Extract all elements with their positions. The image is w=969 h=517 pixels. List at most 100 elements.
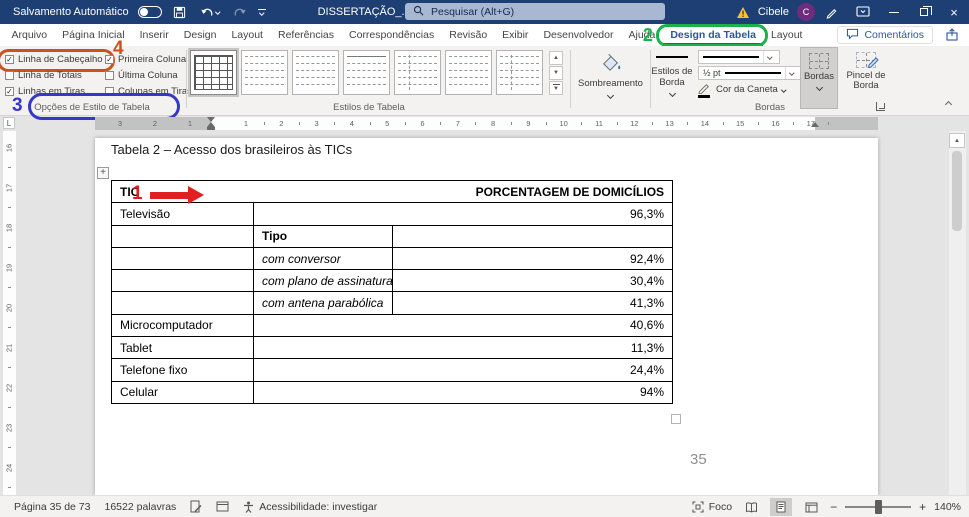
scroll-up-icon[interactable]: ▲ [949, 133, 965, 148]
table-cell[interactable] [111, 291, 254, 315]
table-move-handle[interactable]: + [97, 167, 109, 179]
checkbox-linha-de-cabecalho[interactable]: ✓ Linha de Cabeçalho 4 [0, 38, 124, 72]
checkbox-linha-de-totais[interactable]: Linha de Totais [5, 70, 105, 81]
accessibility-status[interactable]: Acessibilidade: investigar [243, 501, 377, 513]
table-cell[interactable] [111, 269, 254, 293]
tab-inserir[interactable]: Inserir [132, 24, 176, 46]
undo-icon[interactable] [198, 3, 222, 21]
pen-weight-value: ½ pt [703, 68, 721, 78]
gallery-down-icon[interactable]: ▼ [549, 66, 563, 80]
tab-revisao[interactable]: Revisão [442, 24, 495, 46]
table-cell[interactable]: Tablet [111, 336, 254, 360]
tab-design[interactable]: Design [176, 24, 224, 46]
table-style-thumbnail-1[interactable] [190, 50, 237, 95]
table-cell[interactable]: Microcomputador [111, 313, 254, 338]
tab-layout[interactable]: Layout [224, 24, 271, 46]
table-style-thumbnail-3[interactable] [292, 50, 339, 95]
dialog-launcher-icon[interactable] [876, 102, 885, 111]
table-style-thumbnail-2[interactable] [241, 50, 288, 95]
table-cell[interactable]: com plano de assinatura [253, 269, 393, 293]
table-cell[interactable]: Telefone fixo [111, 358, 254, 382]
tab-stop-selector[interactable]: L [3, 117, 15, 129]
tab-arquivo[interactable]: Arquivo [4, 24, 55, 46]
tab-desenvolvedor[interactable]: Desenvolvedor [536, 24, 621, 46]
table-cell[interactable] [111, 246, 254, 271]
table-cell[interactable] [111, 224, 254, 248]
zoom-slider[interactable] [845, 500, 912, 514]
right-indent-marker[interactable] [811, 122, 819, 127]
table-cell[interactable]: 40,6% [252, 313, 674, 338]
tab-design-da-tabela[interactable]: Design da Tabela 2 [643, 24, 769, 47]
table-cell[interactable]: Televisão [111, 202, 254, 226]
table-cell[interactable]: 41,3% [391, 291, 674, 315]
redo-icon[interactable] [231, 3, 249, 21]
border-styles-button[interactable]: Estilos de Borda [646, 50, 698, 99]
macro-record-icon[interactable] [216, 501, 229, 512]
avatar[interactable]: C [797, 3, 815, 21]
ribbon-display-options-icon[interactable] [854, 3, 872, 21]
table-cell[interactable]: 30,4% [391, 269, 674, 293]
autosave-toggle[interactable] [137, 6, 162, 18]
checkbox-primeira-coluna[interactable]: ✓ Primeira Coluna [105, 54, 191, 65]
table-style-thumbnail-5[interactable] [394, 50, 441, 95]
user-name[interactable]: Cibele [758, 6, 789, 18]
table-cell[interactable] [391, 224, 674, 248]
table-cell[interactable]: com conversor [253, 246, 393, 271]
pen-color-button[interactable]: Cor da Caneta [698, 82, 787, 98]
table-cell[interactable]: 94% [252, 380, 674, 404]
zoom-in-button[interactable]: + [919, 500, 926, 514]
ink-pen-icon[interactable] [822, 3, 840, 21]
checkbox-box [105, 70, 114, 80]
web-layout-button[interactable] [800, 498, 822, 516]
table-cell[interactable]: Celular [111, 380, 254, 404]
read-mode-button[interactable] [740, 498, 762, 516]
annotation-digit-1: 1 [132, 183, 143, 204]
comments-button[interactable]: Comentários [837, 26, 933, 44]
gallery-up-icon[interactable]: ▲ [549, 51, 563, 65]
warning-icon[interactable] [734, 3, 752, 21]
zoom-slider-handle[interactable] [874, 500, 882, 514]
gallery-more-icon[interactable]: ▼ [549, 81, 563, 95]
proofing-icon[interactable] [190, 500, 202, 513]
print-layout-button[interactable] [770, 498, 793, 516]
table-style-thumbnail-4[interactable] [343, 50, 390, 95]
checkbox-colunas-em-tiras[interactable]: Colunas em Tiras [105, 86, 192, 97]
restore-button[interactable] [909, 0, 939, 24]
table-cell[interactable]: Tipo [253, 224, 393, 248]
table-cell[interactable]: 96,3% [252, 202, 674, 226]
tab-referencias[interactable]: Referências [270, 24, 341, 46]
zoom-level[interactable]: 140% [934, 501, 961, 513]
line-weight-dropdown[interactable]: ½ pt [698, 66, 802, 80]
checkbox-ultima-coluna[interactable]: Última Coluna [105, 70, 191, 81]
word-count[interactable]: 16522 palavras [104, 501, 176, 513]
tab-exibir[interactable]: Exibir [495, 24, 536, 46]
zoom-out-button[interactable]: − [830, 500, 837, 514]
left-indent-marker[interactable] [207, 127, 215, 130]
page-info[interactable]: Página 35 de 73 [14, 501, 90, 513]
minimize-button[interactable] [879, 0, 909, 24]
ruler-number: 10 [559, 119, 568, 128]
quick-access-menu-icon[interactable] [257, 9, 266, 16]
share-icon[interactable] [945, 28, 959, 46]
scrollbar-thumb[interactable] [952, 151, 962, 231]
table-style-thumbnail-6[interactable] [445, 50, 492, 95]
line-style-dropdown[interactable] [698, 50, 780, 64]
shading-button[interactable]: Sombreamento [572, 48, 649, 101]
table-caption[interactable]: Tabela 2 – Acesso dos brasileiros às TIC… [111, 142, 352, 157]
table-resize-handle[interactable] [671, 414, 681, 424]
table-cell[interactable]: 92,4% [391, 246, 674, 271]
close-button[interactable]: × [939, 0, 969, 24]
border-painter-button[interactable]: Pincel de Borda [842, 47, 890, 109]
borders-button[interactable]: Bordas [800, 47, 838, 109]
tab-layout-da-tabela[interactable]: Layout [763, 24, 810, 46]
table-style-thumbnail-7[interactable] [496, 50, 543, 95]
table-cell[interactable]: com antena parabólica [253, 291, 393, 315]
focus-button[interactable]: Foco [692, 501, 732, 513]
save-icon[interactable] [171, 3, 189, 21]
collapse-ribbon-icon[interactable] [944, 100, 953, 109]
table-cell[interactable]: 24,4% [252, 358, 674, 382]
table-cell[interactable]: 11,3% [252, 336, 674, 360]
search-input[interactable]: Pesquisar (Alt+G) [405, 3, 665, 20]
vertical-scrollbar[interactable]: ▲ [949, 131, 966, 495]
tab-correspondencias[interactable]: Correspondências [342, 24, 442, 46]
